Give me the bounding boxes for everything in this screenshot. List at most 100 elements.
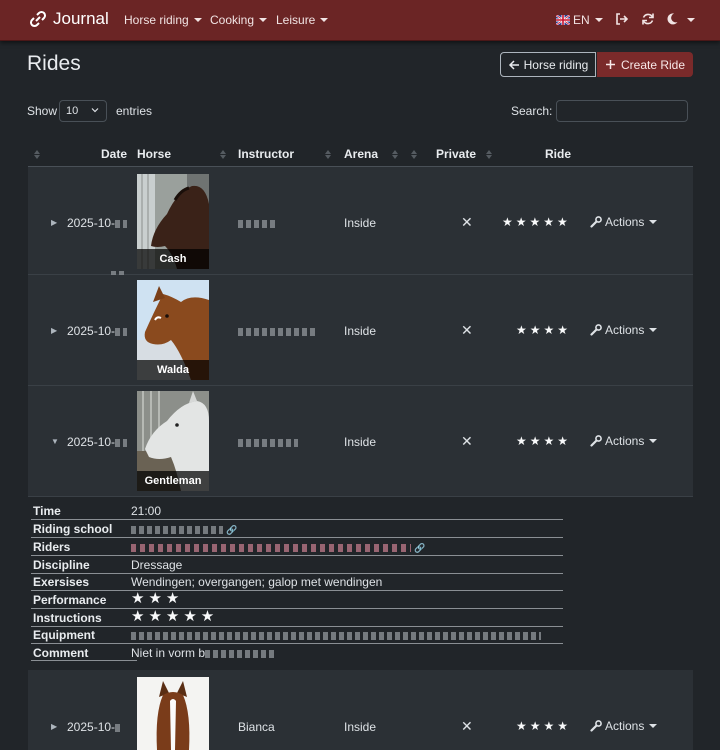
caret-down-icon xyxy=(649,439,658,443)
detail-label-riding-school: Riding school xyxy=(33,522,113,536)
menu-cooking[interactable]: Cooking xyxy=(210,13,268,27)
ride-date: 2025-10- xyxy=(67,720,122,734)
search-input[interactable] xyxy=(556,100,688,122)
detail-exercises: Wendingen; overgangen; galop met wending… xyxy=(131,575,383,589)
sort-icon[interactable] xyxy=(220,148,226,160)
detail-label-comment: Comment xyxy=(33,646,89,660)
header-arena[interactable]: Arena xyxy=(344,147,378,161)
caret-down-icon xyxy=(687,18,696,22)
collapse-triangle-icon[interactable]: ▼ xyxy=(51,437,59,446)
detail-discipline: Dressage xyxy=(131,558,183,572)
header-private[interactable]: Private xyxy=(436,147,476,161)
detail-comment: Niet in vorm b xyxy=(131,646,278,660)
detail-label-discipline: Discipline xyxy=(33,558,90,572)
page-title: Rides xyxy=(27,52,81,75)
horse-name-label: Gentleman xyxy=(137,471,209,491)
ride-date: 2025-10- xyxy=(67,435,128,449)
ride-rating-stars: ★★★★★ xyxy=(502,215,571,229)
search-label: Search: xyxy=(511,104,553,118)
instructor-name xyxy=(238,216,276,230)
detail-performance-stars: ★★★ xyxy=(131,590,184,607)
detail-equipment xyxy=(131,628,541,642)
menu-leisure[interactable]: Leisure xyxy=(276,13,329,27)
menu-horse-riding[interactable]: Horse riding xyxy=(124,13,202,27)
detail-instructions-stars: ★★★★★ xyxy=(131,608,219,625)
sort-icon[interactable] xyxy=(325,148,331,160)
detail-label-riders: Riders xyxy=(33,540,71,554)
table-row[interactable]: ▶ 2025-10- Walda Inside ✕ ★★★★ Actions xyxy=(28,275,693,386)
header-date[interactable]: Date xyxy=(101,147,127,161)
wrench-icon xyxy=(590,216,602,228)
instructor-name xyxy=(238,435,298,449)
arena-value: Inside xyxy=(344,435,377,449)
caret-down-icon xyxy=(649,328,658,332)
top-navbar: Journal Horse riding Cooking Leisure EN xyxy=(0,0,720,41)
arrow-left-icon xyxy=(508,59,519,70)
expand-triangle-icon[interactable]: ▶ xyxy=(51,326,57,335)
entries-label: entries xyxy=(116,104,153,118)
detail-label-equipment: Equipment xyxy=(33,628,95,642)
private-x-icon: ✕ xyxy=(461,322,473,338)
table-row[interactable]: ▶ 2025-10- Cash Inside ✕ ★★★★★ Actions xyxy=(28,167,693,279)
logout-icon[interactable] xyxy=(615,12,629,29)
table-row-expanded[interactable]: ▼ 2025-10- Gentleman Inside ✕ ★★★★ Actio… xyxy=(28,386,693,497)
back-to-horse-riding-button[interactable]: Horse riding xyxy=(500,52,596,77)
header-instructor[interactable]: Instructor xyxy=(238,147,294,161)
caret-down-icon xyxy=(649,220,658,224)
detail-label-performance: Performance xyxy=(33,593,107,607)
actions-dropdown[interactable]: Actions xyxy=(590,434,658,448)
divider xyxy=(31,626,563,627)
show-label: Show xyxy=(27,104,58,118)
header-horse[interactable]: Horse xyxy=(137,147,171,161)
horse-photo xyxy=(137,677,209,750)
divider xyxy=(31,519,563,520)
sort-icon[interactable] xyxy=(411,148,417,160)
ride-detail-panel: Time 21:00 Riding school 🔗 Riders 🔗 Disc… xyxy=(28,498,693,662)
sort-icon[interactable] xyxy=(392,148,398,160)
actions-dropdown[interactable]: Actions xyxy=(590,215,658,229)
wrench-icon xyxy=(590,435,602,447)
entries-select[interactable]: 10 xyxy=(59,100,107,122)
actions-dropdown[interactable]: Actions xyxy=(590,323,658,337)
header-ride[interactable]: Ride xyxy=(545,147,571,161)
caret-down-icon xyxy=(594,18,603,22)
brand-link[interactable]: Journal xyxy=(28,9,109,29)
divider xyxy=(31,537,563,538)
language-dropdown[interactable]: EN xyxy=(556,13,603,27)
horse-photo: Cash xyxy=(137,174,209,269)
caret-down-icon xyxy=(320,18,329,22)
arena-value: Inside xyxy=(344,324,377,338)
private-x-icon: ✕ xyxy=(461,433,473,449)
ride-date: 2025-10- xyxy=(67,324,128,338)
actions-dropdown[interactable]: Actions xyxy=(590,719,658,733)
create-ride-button[interactable]: Create Ride xyxy=(597,52,693,77)
detail-riders[interactable]: 🔗 xyxy=(131,540,426,554)
plus-icon xyxy=(605,60,615,69)
link-icon xyxy=(29,10,47,28)
divider xyxy=(31,573,563,574)
detail-label-exercises: Exersises xyxy=(33,575,90,589)
brand-name: Journal xyxy=(53,9,109,28)
caret-down-icon xyxy=(649,724,658,728)
horse-photo: Gentleman xyxy=(137,391,209,491)
arena-value: Inside xyxy=(344,720,377,734)
theme-toggle[interactable] xyxy=(665,12,696,29)
table-row[interactable]: ▶ 2025-10- Bianca Inside ✕ ★★★★ Actions xyxy=(28,670,693,750)
expand-triangle-icon[interactable]: ▶ xyxy=(51,722,57,731)
caret-down-icon xyxy=(193,18,202,22)
chevron-down-icon xyxy=(91,108,99,113)
sort-icon[interactable] xyxy=(486,148,492,160)
wrench-icon xyxy=(590,720,602,732)
private-x-icon: ✕ xyxy=(461,214,473,230)
horse-name-label: Cash xyxy=(137,249,209,269)
uk-flag-icon xyxy=(556,15,570,25)
moon-icon xyxy=(667,13,678,25)
sort-icon[interactable] xyxy=(34,148,40,160)
expand-triangle-icon[interactable]: ▶ xyxy=(51,218,57,227)
divider xyxy=(31,660,137,661)
refresh-icon[interactable] xyxy=(641,12,655,29)
divider xyxy=(31,608,563,609)
ride-rating-stars: ★★★★ xyxy=(516,719,572,733)
detail-time: 21:00 xyxy=(131,504,162,518)
horse-photo: Walda xyxy=(137,280,209,380)
